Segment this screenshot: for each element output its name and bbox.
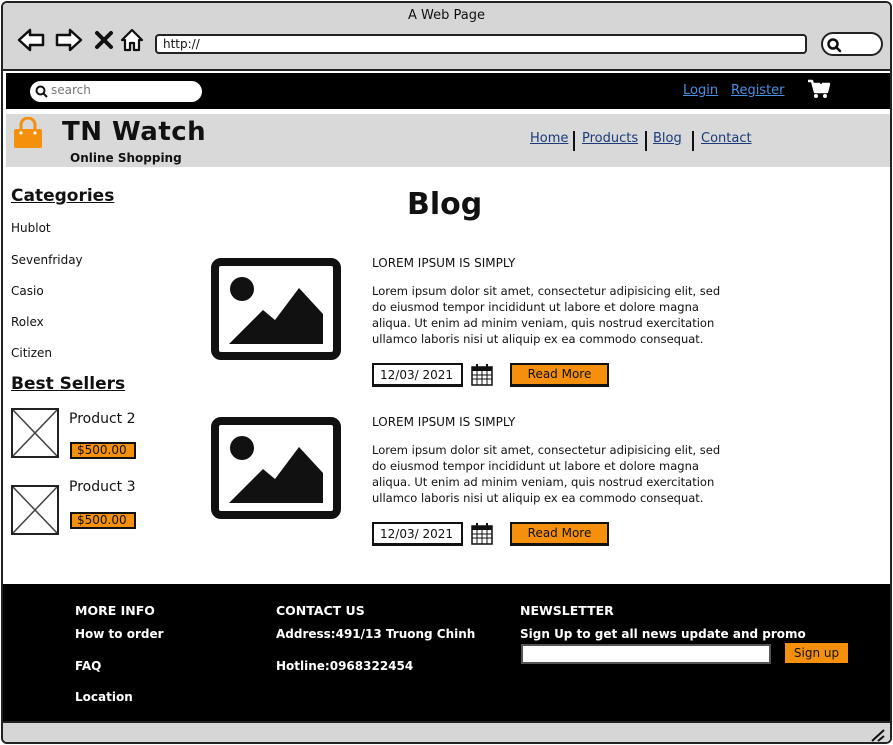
footer-link-location[interactable]: Location xyxy=(75,690,133,704)
address-bar[interactable]: http:// xyxy=(155,34,807,54)
post-title[interactable]: LOREM IPSUM IS SIMPLY xyxy=(372,415,515,429)
cart-icon[interactable] xyxy=(807,78,831,100)
product-thumbnail[interactable] xyxy=(11,485,59,535)
product-name[interactable]: Product 2 xyxy=(69,411,136,427)
footer-link-faq[interactable]: FAQ xyxy=(75,659,101,673)
site-header: TN Watch Online Shopping Home Products B… xyxy=(6,114,890,167)
category-item[interactable]: Citizen xyxy=(11,346,52,360)
calendar-icon[interactable] xyxy=(470,363,494,387)
contact-address: Address:491/13 Truong Chinh xyxy=(276,627,476,641)
category-item[interactable]: Hublot xyxy=(11,221,51,235)
resize-grip-icon[interactable] xyxy=(870,728,886,742)
category-item[interactable]: Sevenfriday xyxy=(11,253,83,267)
newsletter-text: Sign Up to get all news update and promo xyxy=(520,627,806,641)
brand-tagline: Online Shopping xyxy=(70,151,182,165)
product-name[interactable]: Product 3 xyxy=(69,479,136,495)
close-icon[interactable] xyxy=(89,25,119,55)
contact-hotline: Hotline:0968322454 xyxy=(276,659,414,673)
footer-link-how-to-order[interactable]: How to order xyxy=(75,627,164,641)
status-bar xyxy=(3,721,890,742)
search-input[interactable]: search xyxy=(30,81,202,102)
read-more-button[interactable]: Read More xyxy=(510,522,609,546)
shopping-bag-icon xyxy=(14,117,42,148)
register-link[interactable]: Register xyxy=(731,83,785,98)
back-arrow-icon[interactable] xyxy=(16,25,46,55)
nav-divider xyxy=(692,131,694,151)
nav-home[interactable]: Home xyxy=(530,131,568,146)
forward-arrow-icon[interactable] xyxy=(54,25,84,55)
date-field[interactable]: 12/03/ 2021 xyxy=(372,522,463,546)
read-more-button[interactable]: Read More xyxy=(510,363,609,387)
nav-divider xyxy=(645,131,647,151)
bestsellers-heading: Best Sellers xyxy=(11,374,126,394)
contact-heading: CONTACT US xyxy=(276,603,365,618)
post-excerpt: Lorem ipsum dolor sit amet, consectetur … xyxy=(372,284,721,346)
search-placeholder: search xyxy=(51,83,91,97)
search-icon xyxy=(35,85,48,98)
image-placeholder-icon xyxy=(211,417,341,519)
image-placeholder-icon xyxy=(211,258,341,360)
newsletter-email-input[interactable] xyxy=(521,644,771,664)
browser-window: A Web Page http:// search Login Register xyxy=(1,1,892,744)
login-link[interactable]: Login xyxy=(683,83,718,98)
signup-button[interactable]: Sign up xyxy=(785,643,848,663)
nav-divider xyxy=(573,131,575,151)
more-info-heading: MORE INFO xyxy=(75,603,155,618)
post-excerpt: Lorem ipsum dolor sit amet, consectetur … xyxy=(372,443,721,505)
product-thumbnail[interactable] xyxy=(11,408,59,458)
category-item[interactable]: Rolex xyxy=(11,315,44,329)
nav-contact[interactable]: Contact xyxy=(701,131,752,146)
browser-chrome: A Web Page http:// xyxy=(3,3,890,71)
category-item[interactable]: Casio xyxy=(11,284,44,298)
top-bar: search Login Register xyxy=(6,73,890,109)
browser-search[interactable] xyxy=(821,32,883,56)
nav-products[interactable]: Products xyxy=(582,131,638,146)
date-field[interactable]: 12/03/ 2021 xyxy=(372,363,463,387)
brand-name[interactable]: TN Watch xyxy=(62,117,206,147)
product-price: $500.00 xyxy=(70,442,136,459)
page-title: Blog xyxy=(407,187,483,222)
categories-heading: Categories xyxy=(11,186,115,206)
nav-blog[interactable]: Blog xyxy=(653,131,682,146)
newsletter-heading: NEWSLETTER xyxy=(520,603,614,618)
home-icon[interactable] xyxy=(117,25,147,55)
calendar-icon[interactable] xyxy=(470,522,494,546)
window-title: A Web Page xyxy=(408,8,485,23)
search-icon xyxy=(827,38,842,53)
post-title[interactable]: LOREM IPSUM IS SIMPLY xyxy=(372,256,515,270)
site-footer: MORE INFO How to order FAQ Location CONT… xyxy=(3,584,890,721)
product-price: $500.00 xyxy=(70,512,136,529)
